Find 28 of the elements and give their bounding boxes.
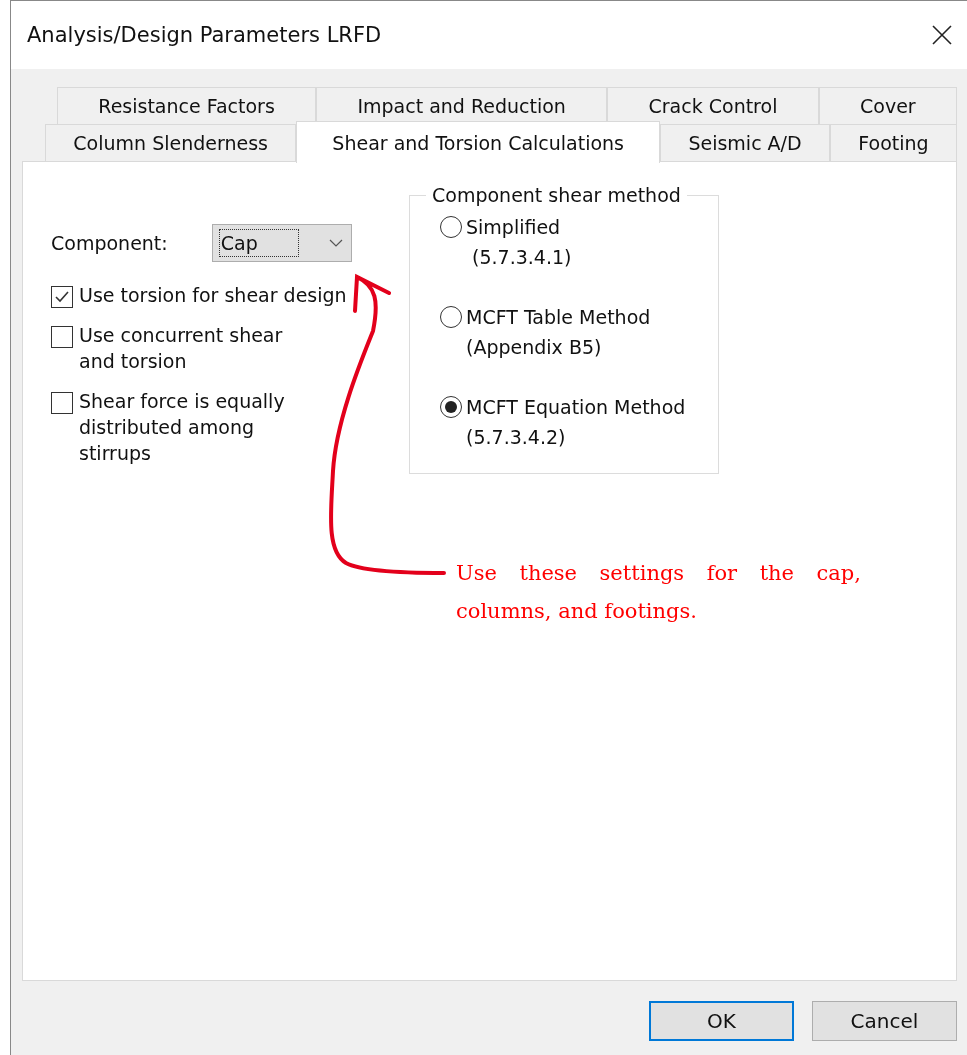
tab[interactable]: Crack Control <box>607 87 819 124</box>
window-title: Analysis/Design Parameters LRFD <box>27 23 382 47</box>
group-title: Component shear method <box>431 184 682 206</box>
radio-label: Simplified <box>466 215 562 240</box>
tab[interactable]: Column Slenderness <box>45 124 297 161</box>
checkbox[interactable] <box>51 392 73 414</box>
dialog-button[interactable]: OK <box>649 1001 794 1041</box>
close-icon[interactable] <box>931 24 953 46</box>
reference-text: (5.7.3.4.2) <box>466 425 567 450</box>
checkbox[interactable] <box>51 326 73 348</box>
tab[interactable]: Resistance Factors <box>57 87 317 124</box>
component-label: Component: <box>51 232 168 254</box>
dialog-button[interactable]: Cancel <box>812 1001 957 1041</box>
checkbox-label: Shear force is equally distributed among stirrups <box>79 389 286 466</box>
tab[interactable]: Seismic A/D <box>660 124 830 161</box>
checkbox[interactable] <box>51 286 73 308</box>
tab[interactable]: Footing <box>830 124 957 161</box>
checkbox-label: Use concurrent shear and torsion <box>79 323 284 374</box>
annotation-text: Use these settings for the cap, columns, and footings. <box>456 560 861 625</box>
radio-label: MCFT Equation Method <box>466 395 686 420</box>
reference-text: (5.7.3.4.1) <box>471 245 572 270</box>
reference-text: (Appendix B5) <box>466 335 603 360</box>
radio-label: MCFT Table Method <box>466 305 651 330</box>
tab[interactable]: Cover <box>818 87 957 124</box>
checkbox-label: Use torsion for shear design <box>79 283 347 308</box>
tab[interactable]: Shear and Torsion Calculations <box>296 121 661 163</box>
component-dropdown[interactable]: Cap <box>211 224 352 262</box>
chevron-down-icon <box>328 239 343 247</box>
